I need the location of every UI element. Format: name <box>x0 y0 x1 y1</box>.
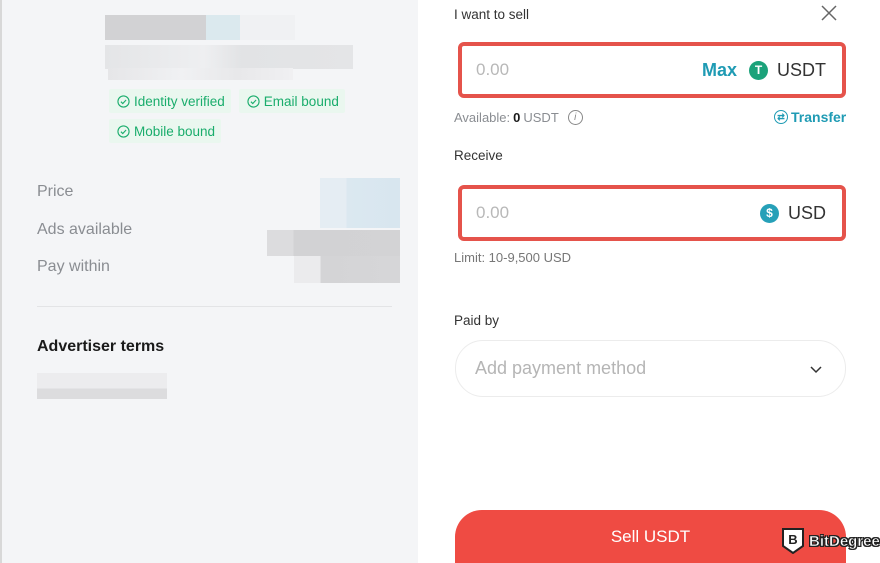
advertiser-terms-redacted <box>37 373 167 399</box>
available-balance: Available: 0 USDT i <box>454 110 583 125</box>
check-circle-icon <box>247 94 260 108</box>
receive-amount-input[interactable] <box>476 203 760 223</box>
ads-available-label: Ads available <box>37 221 133 238</box>
pay-within-value-redacted <box>294 256 400 283</box>
verification-badges: Identity verified Email bound Mobile bou… <box>109 89 369 149</box>
transfer-icon: ⇄ <box>774 110 788 124</box>
receive-amount-field: $ USD <box>458 185 846 241</box>
advertiser-stats-redacted <box>105 45 353 69</box>
redacted-block <box>240 15 295 40</box>
check-circle-icon <box>117 124 130 138</box>
check-circle-icon <box>117 94 130 108</box>
close-button[interactable] <box>818 2 840 24</box>
available-currency: USDT <box>523 110 559 125</box>
bitdegree-shield-icon: B <box>782 528 804 554</box>
badge-label: Email bound <box>263 93 339 109</box>
available-prefix: Available: <box>454 110 511 125</box>
payment-method-placeholder: Add payment method <box>475 358 647 378</box>
max-button[interactable]: Max <box>702 60 737 81</box>
badge-label: Mobile bound <box>134 123 216 139</box>
bitdegree-watermark: B BitDegree <box>782 528 880 554</box>
payment-method-select[interactable]: Add payment method <box>455 340 846 397</box>
limit-text: Limit: 10-9,500 USD <box>454 250 572 265</box>
svg-text:B: B <box>788 532 797 547</box>
transfer-link[interactable]: ⇄ Transfer <box>774 109 846 125</box>
transfer-label: Transfer <box>791 109 847 125</box>
badge-identity-verified: Identity verified <box>109 89 231 113</box>
sell-currency: USDT <box>777 59 826 80</box>
paid-by-label: Paid by <box>454 313 500 328</box>
info-icon[interactable]: i <box>567 110 583 125</box>
advertiser-stats-redacted <box>108 68 293 80</box>
watermark-label: BitDegree <box>809 532 880 550</box>
available-amount: 0 <box>513 110 521 125</box>
price-label: Price <box>37 183 74 200</box>
sell-label: I want to sell <box>454 7 530 22</box>
receive-label: Receive <box>454 148 503 163</box>
pay-within-label: Pay within <box>37 258 110 275</box>
order-panel: I want to sell Max T USDT Available: 0 U… <box>418 0 880 563</box>
badge-mobile-bound: Mobile bound <box>109 119 222 143</box>
sell-amount-input[interactable] <box>476 60 702 80</box>
advertiser-panel: Identity verified Email bound Mobile bou… <box>0 0 418 563</box>
ads-available-value-redacted <box>267 230 400 256</box>
price-value-redacted <box>320 178 400 228</box>
chevron-down-icon <box>810 365 822 373</box>
advertiser-name-redacted <box>105 15 240 40</box>
badge-label: Identity verified <box>134 93 225 109</box>
close-icon <box>821 5 837 21</box>
usdt-coin-icon: T <box>749 60 768 80</box>
receive-currency: USD <box>787 202 826 223</box>
advertiser-terms-heading: Advertiser terms <box>37 338 165 355</box>
badge-email-bound: Email bound <box>238 89 345 113</box>
divider <box>37 306 392 307</box>
sell-amount-field: Max T USDT <box>458 42 846 98</box>
usd-coin-icon: $ <box>759 203 779 223</box>
